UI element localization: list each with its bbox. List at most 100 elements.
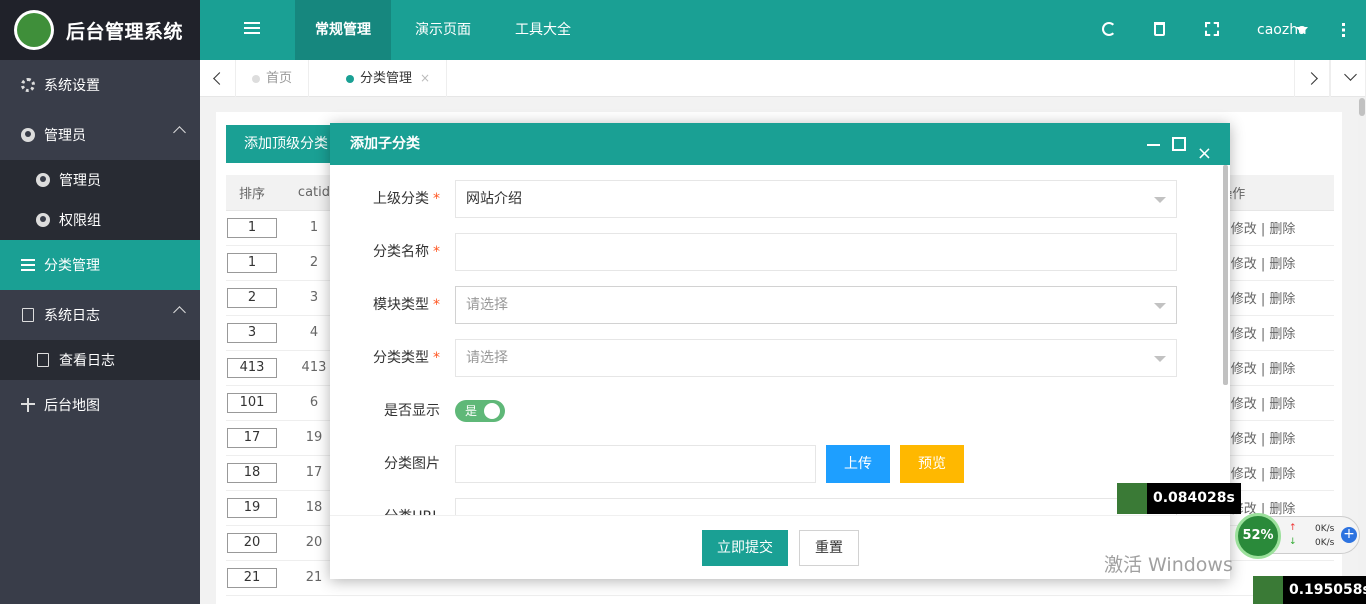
field-label: 模块类型 * [373, 297, 440, 313]
sidebar-subitem-view-log[interactable]: 查看日志 [0, 340, 200, 380]
select-placeholder: 请选择 [466, 350, 508, 366]
sidebar-item-system-log[interactable]: 系统日志 [0, 290, 200, 340]
map-cross-icon [20, 397, 36, 413]
timer-logo-icon [1117, 483, 1147, 514]
scrollbar-thumb[interactable] [1359, 98, 1365, 116]
order-input[interactable]: 2 [227, 287, 277, 308]
tabs-scroll-right-button[interactable] [1294, 60, 1330, 97]
sidebar-item-label: 权限组 [59, 213, 101, 229]
parent-category-select[interactable]: 网站介绍 [455, 180, 1177, 218]
column-header-actions: 操作 [1218, 175, 1334, 211]
order-cell: 19 [226, 490, 278, 526]
actions-cell[interactable]: | 修改 | 删除 [1218, 210, 1334, 246]
order-input[interactable]: 19 [227, 497, 277, 518]
sidebar-item-admins[interactable]: 管理员 [0, 110, 200, 160]
column-header-order: 排序 [226, 175, 278, 211]
order-input[interactable]: 3 [227, 322, 277, 343]
caret-down-icon[interactable] [1296, 27, 1308, 34]
order-input[interactable]: 20 [227, 532, 277, 553]
upload-speed: 0K/s [1315, 524, 1335, 534]
top-header: 常规管理 演示页面 工具大全 caozha [200, 0, 1366, 60]
more-vertical-icon[interactable] [1342, 23, 1345, 37]
order-input[interactable]: 413 [227, 357, 277, 378]
sidebar-subitem-permission-group[interactable]: 权限组 [0, 200, 200, 240]
arrow-up-icon: ↑ [1289, 523, 1297, 533]
users-icon [35, 212, 51, 228]
list-icon [20, 257, 36, 273]
form-row-name: 分类名称 * [330, 233, 1230, 271]
nav-tab-demo[interactable]: 演示页面 [395, 0, 491, 60]
page-scrollbar[interactable] [1358, 97, 1366, 604]
order-input[interactable]: 101 [227, 392, 277, 413]
nav-tab-tools[interactable]: 工具大全 [495, 0, 591, 60]
close-tab-icon[interactable]: × [420, 71, 430, 85]
file-icon [20, 307, 36, 323]
cpu-gauge: 52% [1235, 513, 1281, 559]
toggle-knob [484, 403, 500, 419]
preview-button[interactable]: 预览 [900, 445, 964, 483]
caret-down-icon [1154, 303, 1166, 309]
sidebar-item-label: 系统设置 [44, 78, 100, 94]
form-row-image: 分类图片 上传 预览 [330, 445, 1230, 483]
sidebar-item-label: 查看日志 [59, 353, 115, 369]
show-toggle[interactable]: 是 [455, 400, 505, 422]
arrow-down-icon: ↓ [1289, 537, 1297, 547]
timer-logo-icon [1253, 576, 1283, 604]
app-logo-area: 后台管理系统 [0, 0, 200, 60]
page-timer-badge-2: 0.195058s [1253, 576, 1366, 604]
trash-icon[interactable] [1154, 22, 1165, 36]
actions-cell[interactable]: | 修改 | 删除 [1218, 315, 1334, 351]
order-cell: 1 [226, 245, 278, 281]
minimize-icon[interactable] [1147, 144, 1160, 146]
dialog-scrollbar[interactable] [1223, 165, 1228, 385]
submit-button[interactable]: 立即提交 [702, 530, 788, 566]
timer-value: 0.084028s [1147, 483, 1241, 514]
refresh-icon[interactable] [1102, 22, 1116, 36]
actions-cell[interactable]: | 修改 | 删除 [1218, 350, 1334, 386]
nav-tab-general[interactable]: 常规管理 [295, 0, 391, 60]
tabs-more-button[interactable] [1330, 60, 1366, 97]
tab-home[interactable]: 首页 [236, 60, 310, 97]
reset-button[interactable]: 重置 [799, 530, 859, 566]
chevron-up-icon [173, 126, 186, 139]
actions-cell[interactable]: | 修改 | 删除 [1218, 280, 1334, 316]
actions-cell[interactable]: | 修改 | 删除 [1218, 385, 1334, 421]
sidebar-item-label: 管理员 [59, 173, 101, 189]
fullscreen-icon[interactable] [1205, 22, 1219, 36]
sidebar-item-system-settings[interactable]: 系统设置 [0, 60, 200, 110]
category-name-input[interactable] [455, 233, 1177, 271]
order-cell: 1 [226, 210, 278, 246]
tabs-scroll-left-button[interactable] [200, 60, 236, 97]
upload-button[interactable]: 上传 [826, 445, 890, 483]
plus-icon[interactable]: + [1341, 527, 1357, 543]
dialog-body: 上级分类 * 网站介绍 分类名称 * 模块类型 * 请选择 分类类型 * 请选择 是否显… [330, 165, 1230, 515]
sidebar-item-site-map[interactable]: 后台地图 [0, 380, 200, 430]
form-row-show: 是否显示 是 [330, 392, 1230, 430]
category-url-input[interactable] [455, 498, 1177, 515]
order-cell: 413 [226, 350, 278, 386]
add-top-category-button[interactable]: 添加顶级分类 [226, 125, 346, 163]
order-input[interactable]: 21 [227, 567, 277, 588]
chevron-left-icon [213, 72, 226, 85]
collapse-menu-icon[interactable] [244, 22, 260, 36]
image-path-input[interactable] [455, 445, 816, 483]
network-monitor-widget[interactable]: 52% ↑ 0K/s ↓ 0K/s + [1235, 513, 1360, 559]
sidebar-item-category-management[interactable]: 分类管理 [0, 240, 200, 290]
tab-label: 首页 [266, 71, 293, 86]
leaf-logo-icon [14, 10, 54, 50]
page-tab-bar: 首页 分类管理 × [200, 60, 1366, 97]
order-input[interactable]: 1 [227, 252, 277, 273]
actions-cell[interactable]: | 修改 | 删除 [1218, 245, 1334, 281]
order-cell: 20 [226, 525, 278, 561]
maximize-icon[interactable] [1172, 137, 1186, 151]
sidebar-subitem-admin-list[interactable]: 管理员 [0, 160, 200, 200]
order-input[interactable]: 17 [227, 427, 277, 448]
actions-cell[interactable]: | 修改 | 删除 [1218, 420, 1334, 456]
module-type-select[interactable]: 请选择 [455, 286, 1177, 324]
tab-category-management[interactable]: 分类管理 × [330, 60, 448, 97]
category-type-select[interactable]: 请选择 [455, 339, 1177, 377]
order-input[interactable]: 1 [227, 217, 277, 238]
order-cell: 18 [226, 455, 278, 491]
sidebar-item-label: 后台地图 [44, 398, 100, 414]
order-input[interactable]: 18 [227, 462, 277, 483]
